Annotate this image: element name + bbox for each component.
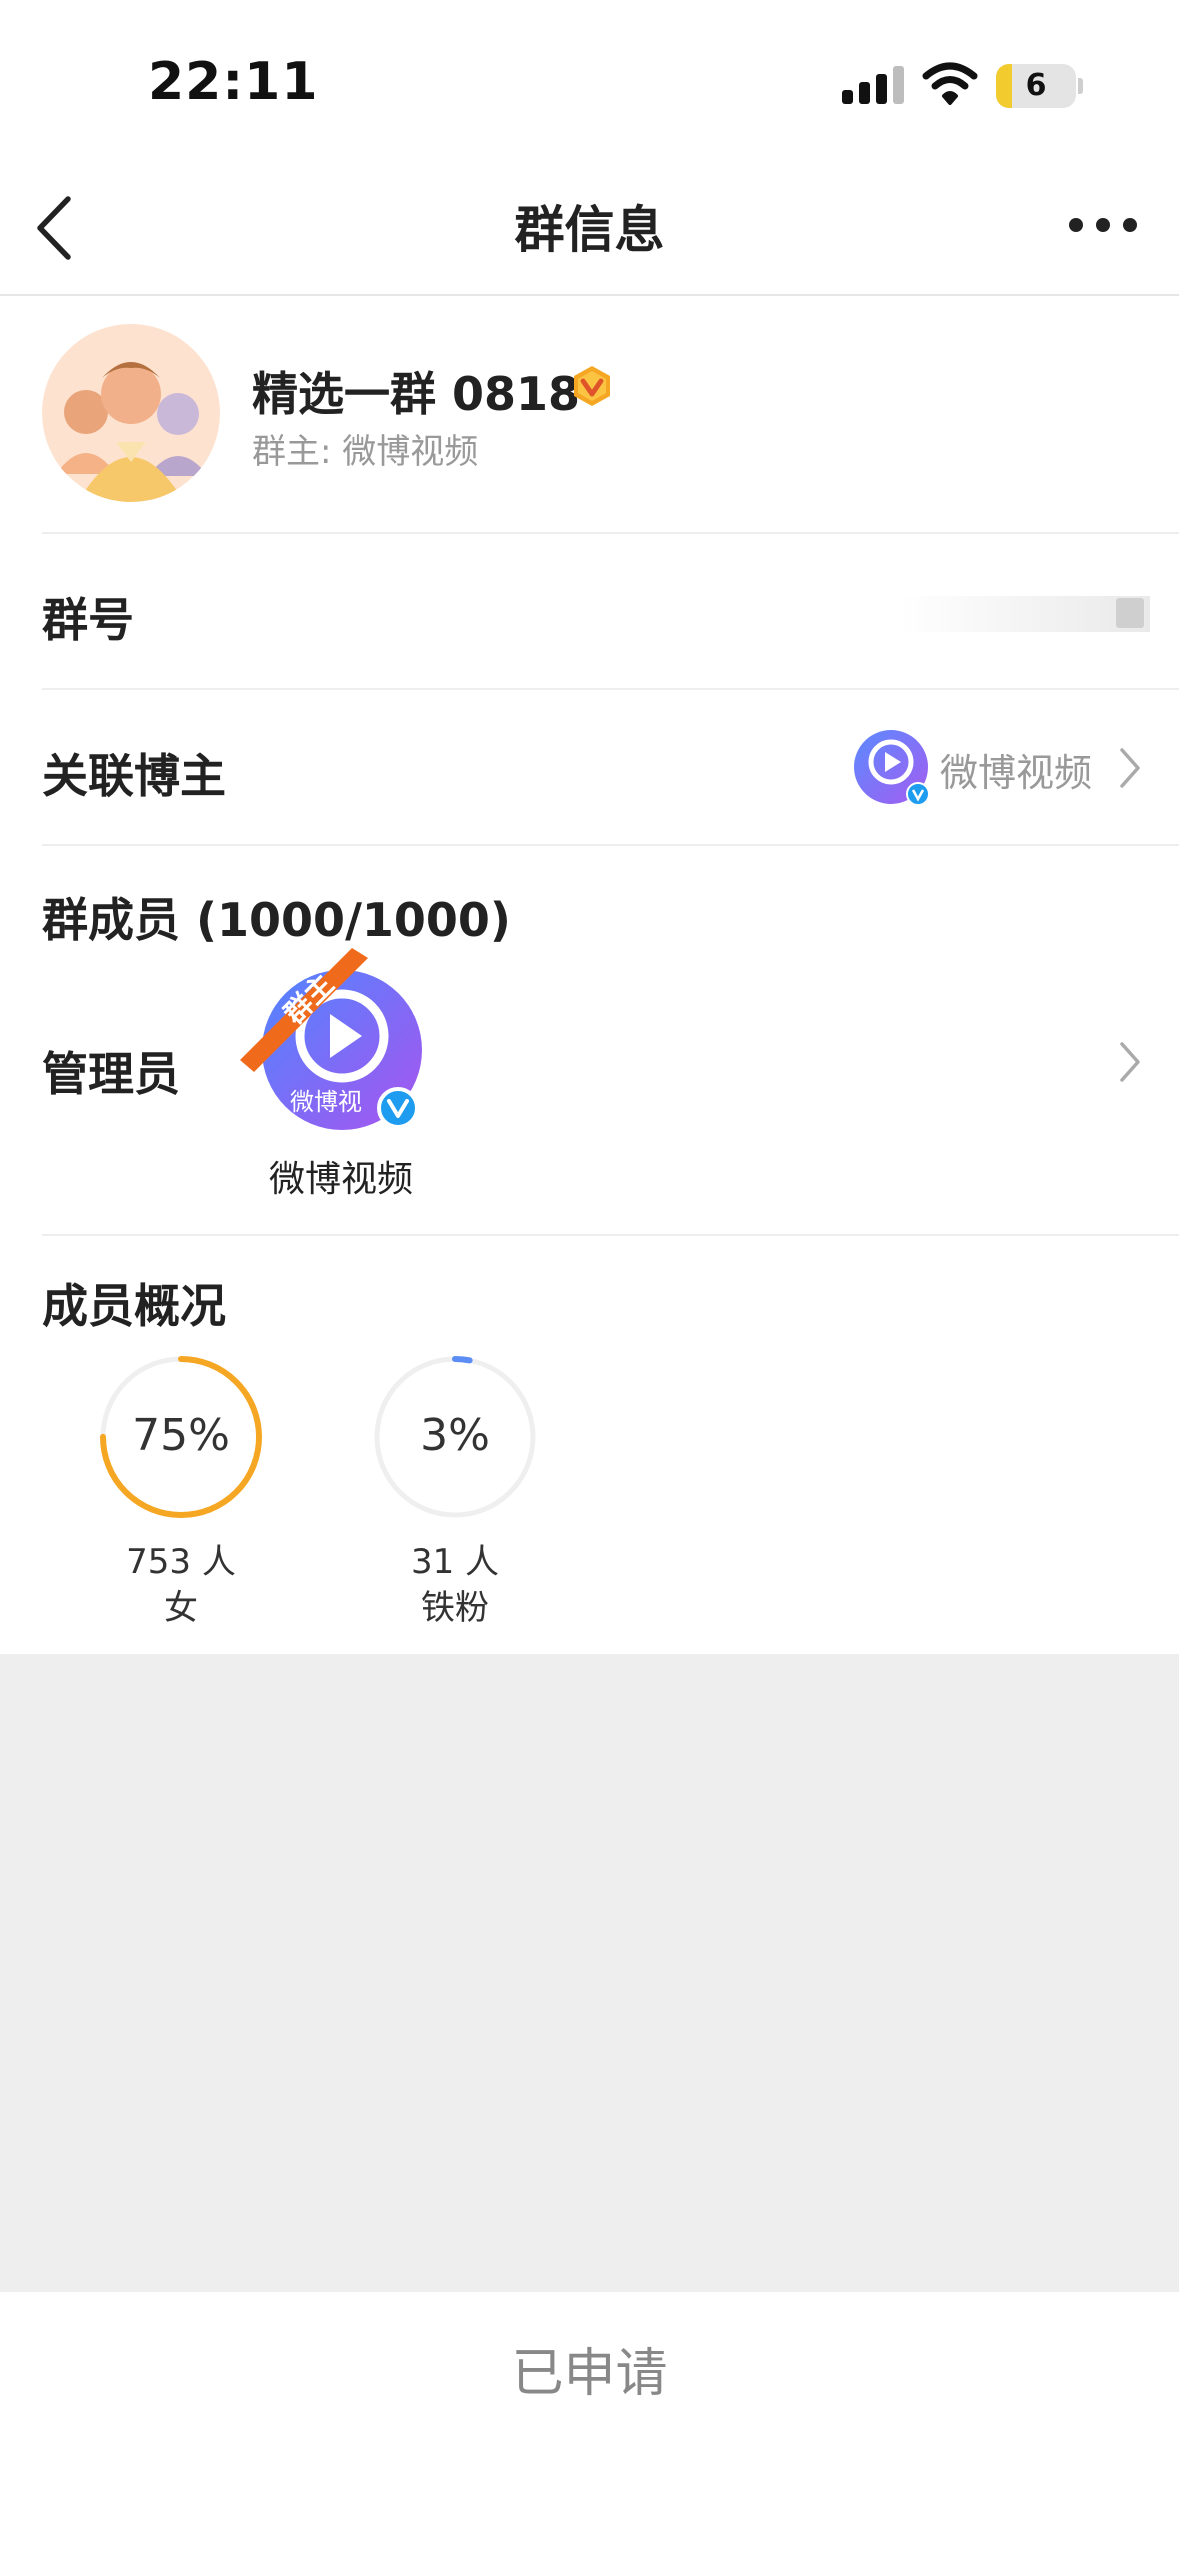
divider [42, 1234, 1179, 1236]
chevron-right-icon[interactable] [1118, 746, 1142, 790]
avatar-caption: 微博视 [290, 1088, 362, 1116]
member-overview-title: 成员概况 [42, 1279, 226, 1333]
applied-button[interactable]: 已申请 [0, 2294, 1179, 2454]
wifi-icon [922, 62, 978, 105]
chevron-right-icon[interactable] [1118, 1040, 1142, 1084]
cellular-signal-icon [842, 66, 904, 104]
group-members-label[interactable]: 群成员 (1000/1000) [42, 884, 511, 950]
stat-percent: 75% [132, 1410, 230, 1461]
admin-name: 微博视频 [268, 1159, 413, 1200]
divider [42, 844, 1179, 846]
stat-percent: 3% [420, 1410, 490, 1461]
owner-ribbon: 群主 [240, 948, 368, 1072]
group-name: 精选一群 0818 [252, 367, 581, 421]
status-time: 22:11 [148, 52, 319, 112]
battery-level: 6 [1025, 68, 1047, 103]
stat-count: 31 人 [410, 1542, 500, 1582]
group-id-label: 群号 [42, 593, 134, 647]
divider [42, 532, 1179, 534]
linked-blogger-label: 关联博主 [42, 749, 226, 803]
group-id-value-blurred [900, 596, 1150, 632]
copy-icon[interactable] [1116, 598, 1144, 628]
stat-category: 铁粉 [421, 1588, 489, 1628]
empty-area [0, 1654, 1179, 2292]
battery-icon: 6 [996, 64, 1076, 108]
battery-tip [1078, 78, 1083, 94]
page-title: 群信息 [514, 201, 665, 259]
group-avatar[interactable] [42, 324, 220, 502]
admin-label: 管理员 [42, 1047, 180, 1101]
group-people-icon [56, 362, 208, 502]
verified-icon [377, 1087, 419, 1129]
vip-badge-icon [574, 366, 610, 406]
stat-count: 753 人 [126, 1542, 236, 1582]
divider [42, 688, 1179, 690]
group-owner-text: 群主: 微博视频 [252, 432, 479, 472]
linked-blogger-name[interactable]: 微博视频 [940, 742, 1092, 797]
verified-icon [906, 782, 930, 806]
stat-category: 女 [164, 1588, 198, 1628]
more-options-icon[interactable] [1068, 210, 1138, 240]
